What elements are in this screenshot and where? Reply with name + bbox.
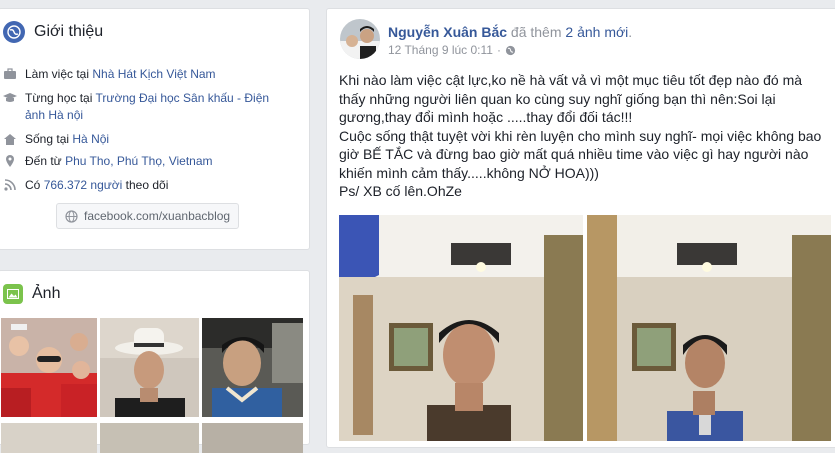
briefcase-icon [1,66,19,82]
followers-row: Có 766.372 người theo dõi [0,177,299,194]
lives-row: Sống tại Hà Nội [0,131,299,148]
website-link[interactable]: facebook.com/xuanbacblog [56,203,239,229]
followers-count[interactable]: 766.372 người [44,178,123,192]
post-photo-1[interactable] [339,215,583,441]
post-meta: 12 Tháng 9 lúc 0:11 · [388,43,516,57]
rss-icon [1,177,19,193]
lives-link[interactable]: Hà Nội [72,132,109,146]
post-text-line: giờ BẾ TẮC và đừng bao giờ mất quá nhiều… [339,146,809,162]
avatar[interactable] [340,19,380,59]
photos-header: Ảnh [0,271,309,317]
photo-thumb-2[interactable] [100,318,199,417]
photo-thumb-5[interactable] [100,423,199,453]
post-timestamp[interactable]: 12 Tháng 9 lúc 0:11 [388,43,493,57]
post-card: Nguyễn Xuân Bắc đã thêm 2 ảnh mới. 12 Th… [326,8,835,448]
study-row: Từng học tại Trường Đại học Sân khấu - Đ… [0,90,299,124]
photos-card: Ảnh [0,270,310,453]
photo-icon [3,284,23,304]
photo-thumb-3[interactable] [202,318,303,417]
work-row: Làm việc tại Nhà Hát Kịch Việt Nam [0,66,299,83]
post-text-line: Cuộc sống thật tuyệt vời khi rèn luyện c… [339,127,822,144]
action-prefix: đã thêm [510,24,562,40]
privacy-globe-icon[interactable] [505,45,516,56]
post-text-line: thấy những người liên quan ko cùng suy n… [339,90,776,107]
action-link[interactable]: 2 ảnh mới [565,24,628,40]
globe-icon [65,209,78,223]
post-text-line: Ps/ XB cố lên.OhZe [339,183,462,199]
photo-thumb-1[interactable] [1,318,97,417]
lives-prefix: Sống tại [25,132,70,146]
intro-title: Giới thiệu [34,23,104,40]
location-pin-icon [1,153,19,169]
post-text: Khi nào làm việc cật lực,ko nề hà vất vả… [339,71,831,201]
study-prefix: Từng học tại [25,91,93,105]
website-label: facebook.com/xuanbacblog [84,209,231,223]
post-text-line: gương,thay đổi mình hoặc .....thay đổi đ… [339,109,633,125]
intro-header: Giới thiệu [0,9,309,55]
followers-suffix: theo dõi [125,178,169,192]
graduation-cap-icon [1,90,19,106]
study-link-cont[interactable]: ảnh Hà nội [25,108,83,122]
post-text-line: khiến mình cảm thấy.....không NỞ HOA))) [339,164,599,181]
work-prefix: Làm việc tại [25,67,90,81]
from-prefix: Đến từ [25,154,62,168]
meta-separator: · [496,43,501,57]
post-text-line: Khi nào làm việc cật lực,ko nề hà vất vả… [339,72,803,88]
photo-thumb-6[interactable] [202,423,303,453]
action-suffix: . [628,24,633,40]
photo-thumb-4[interactable] [1,423,97,453]
post-author-line: Nguyễn Xuân Bắc đã thêm 2 ảnh mới. [388,24,632,40]
author-name[interactable]: Nguyễn Xuân Bắc [388,24,507,40]
work-link[interactable]: Nhà Hát Kịch Việt Nam [92,67,215,81]
photos-title: Ảnh [32,285,61,302]
globe-icon [3,21,25,43]
followers-prefix: Có [25,178,41,192]
home-icon [1,131,19,147]
study-link[interactable]: Trường Đại học Sân khấu - Điện [96,91,270,105]
intro-card: Giới thiệu Làm việc tại Nhà Hát Kịch Việ… [0,8,310,250]
from-row: Đến từ Phu Tho, Phú Thọ, Vietnam [0,153,299,170]
post-photo-2[interactable] [587,215,831,441]
from-link[interactable]: Phu Tho, Phú Thọ, Vietnam [65,154,212,168]
